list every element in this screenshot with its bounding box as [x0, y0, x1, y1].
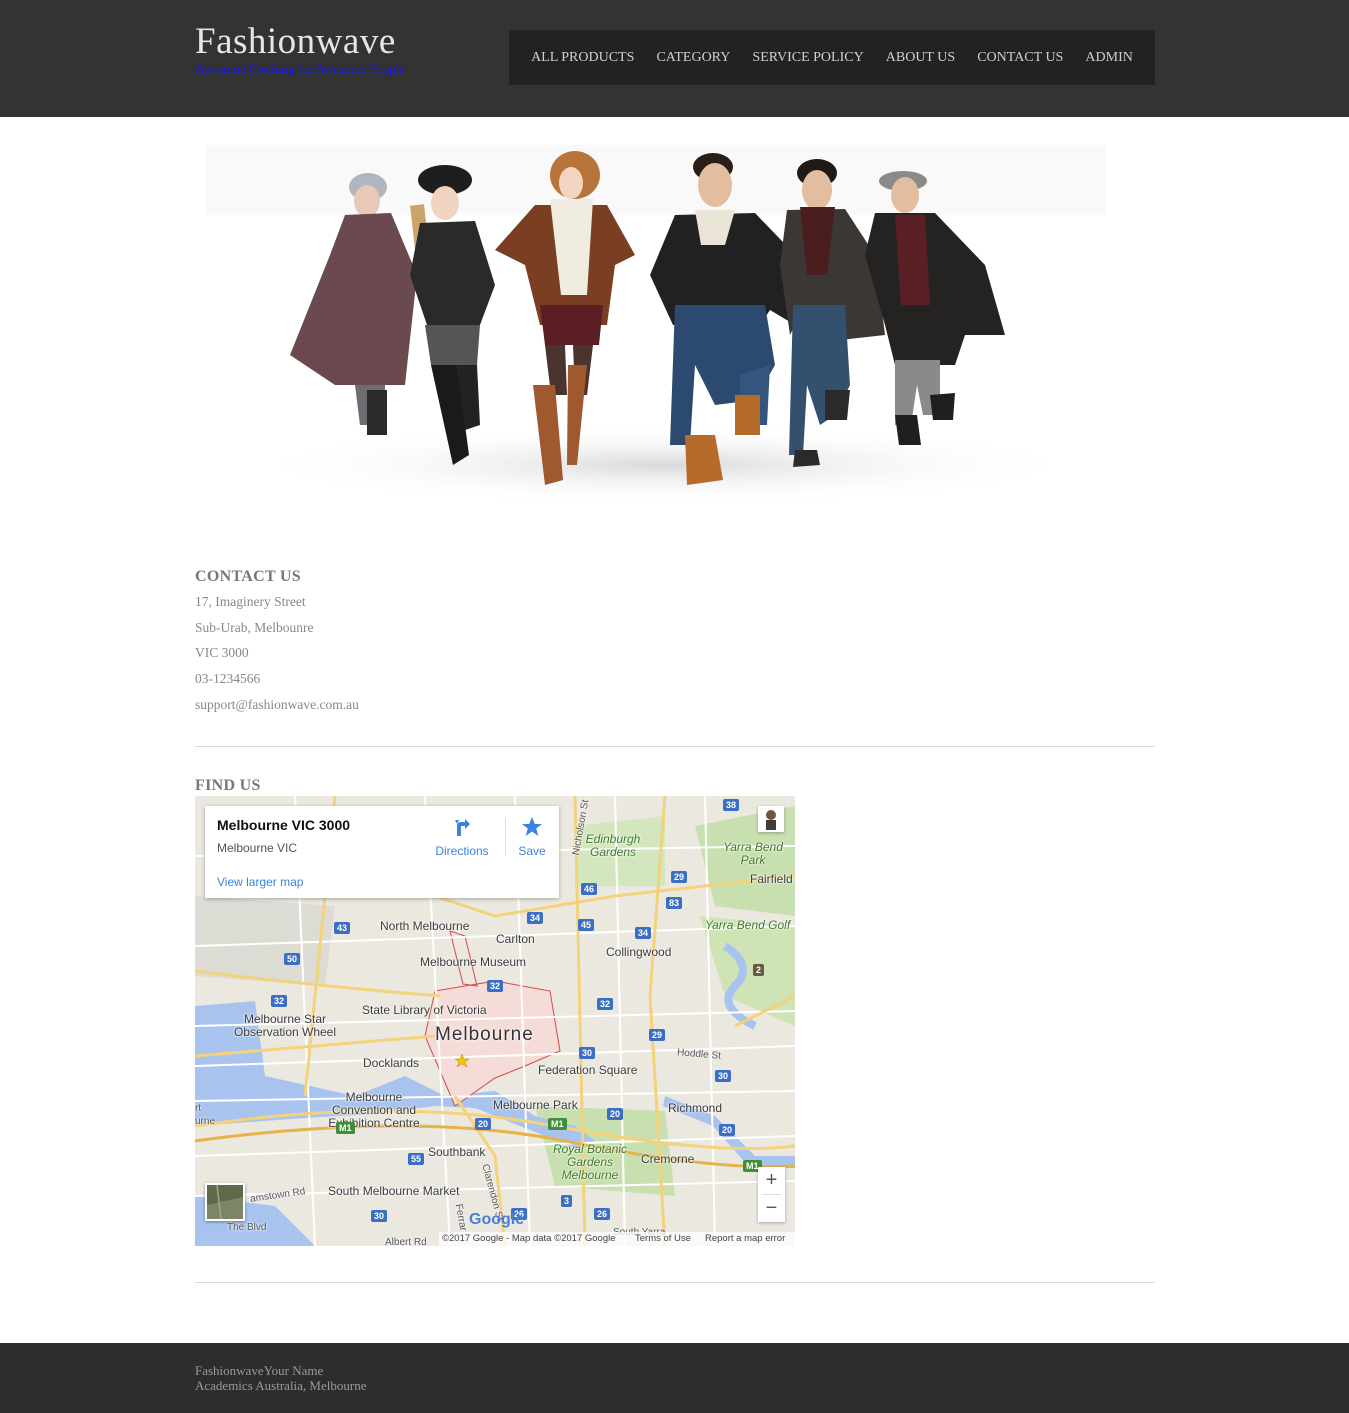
map-place-title: Melbourne VIC 3000	[217, 817, 351, 833]
save-label: Save	[518, 844, 546, 858]
contact-street: 17, Imaginery Street	[195, 594, 306, 609]
site-tagline: Awesome Clothing for Awesome People	[195, 61, 405, 76]
view-larger-map-link[interactable]: View larger map	[217, 875, 303, 889]
site-footer: FashionwaveYour Name Academics Australia…	[0, 1343, 1349, 1413]
street-view-pegman-icon[interactable]	[758, 806, 784, 832]
models-illustration	[205, 145, 1105, 505]
google-logo: Google	[469, 1211, 525, 1228]
hero-image	[195, 135, 1155, 505]
contact-phone: 03-1234566	[195, 671, 261, 686]
map-terms-link[interactable]: Terms of Use	[635, 1233, 691, 1244]
nav-item-all-products[interactable]: ALL PRODUCTS	[531, 50, 634, 66]
map-attribution: ©2017 Google - Map data ©2017 Google Ter…	[439, 1232, 795, 1246]
zoom-out-button[interactable]: −	[758, 1195, 785, 1222]
directions-label: Directions	[435, 844, 489, 858]
divider	[195, 746, 1155, 747]
satellite-view-toggle[interactable]	[205, 1183, 245, 1221]
zoom-in-button[interactable]: +	[758, 1167, 785, 1194]
directions-icon	[455, 819, 470, 836]
map-report-link[interactable]: Report a map error	[705, 1233, 785, 1244]
site-header: Fashionwave Awesome Clothing for Awesome…	[0, 0, 1349, 117]
contact-postcode: VIC 3000	[195, 645, 249, 660]
nav-item-contact-us[interactable]: CONTACT US	[977, 50, 1063, 66]
directions-button[interactable]: Directions	[431, 814, 493, 860]
find-us-heading: FIND US	[195, 777, 261, 794]
main-nav: ALL PRODUCTS CATEGORY SERVICE POLICY ABO…	[509, 30, 1155, 85]
map-copyright: ©2017 Google - Map data ©2017 Google	[442, 1233, 616, 1244]
divider	[195, 1282, 1155, 1283]
contact-heading: CONTACT US	[195, 568, 301, 585]
card-divider	[505, 818, 506, 856]
embedded-map[interactable]: North Melbourne Carlton Collingwood Fair…	[195, 796, 795, 1246]
save-button[interactable]: Save	[509, 814, 555, 860]
contact-email[interactable]: support@fashionwave.com.au	[195, 697, 359, 713]
star-icon	[522, 817, 542, 836]
footer-organization: Academics Australia, Melbourne	[195, 1378, 367, 1393]
map-place-subtitle: Melbourne VIC	[217, 841, 298, 855]
map-info-card: Melbourne VIC 3000 Melbourne VIC View la…	[205, 806, 559, 898]
contact-suburb: Sub-Urab, Melbounre	[195, 620, 314, 635]
nav-item-category[interactable]: CATEGORY	[656, 50, 730, 66]
nav-item-service-policy[interactable]: SERVICE POLICY	[752, 50, 863, 66]
site-title[interactable]: Fashionwave	[195, 22, 396, 62]
nav-item-about-us[interactable]: ABOUT US	[886, 50, 955, 66]
nav-item-admin[interactable]: ADMIN	[1085, 50, 1132, 66]
zoom-control: + −	[758, 1167, 785, 1222]
footer-credit: FashionwaveYour Name	[195, 1363, 324, 1378]
